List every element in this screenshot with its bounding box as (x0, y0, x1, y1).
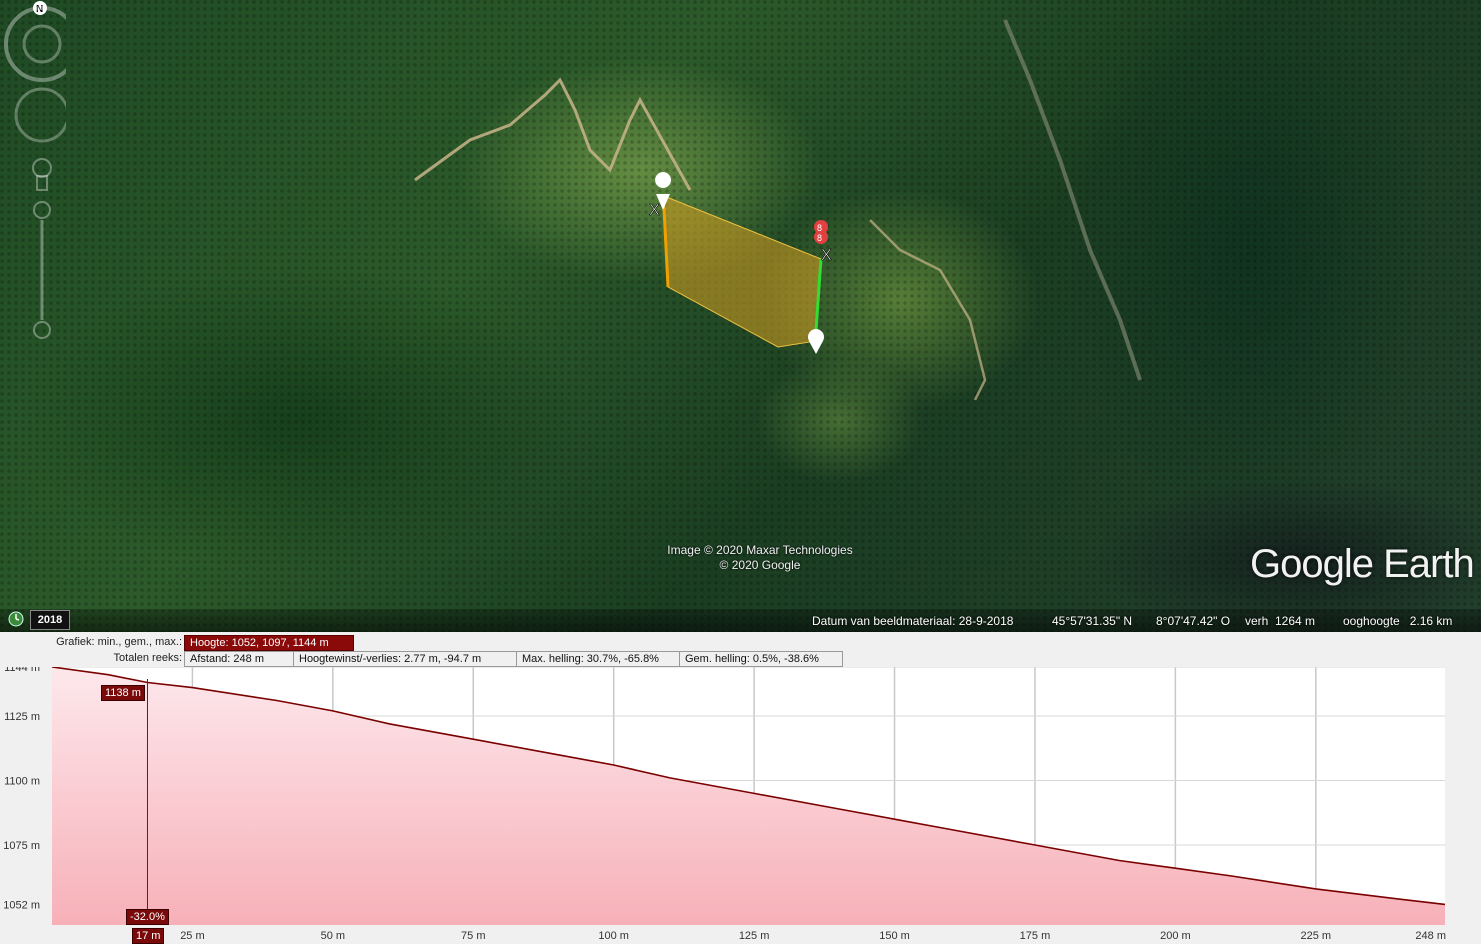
google-earth-logo: Google Earth (1250, 542, 1475, 586)
navigation-controls[interactable]: N (0, 0, 66, 340)
cursor-elevation-label: 1138 m (101, 685, 145, 701)
x-tick-label: 125 m (739, 930, 770, 942)
svg-text:X: X (821, 247, 832, 264)
elevation-readout: verh 1264 m (1245, 614, 1316, 628)
svg-text:X: X (649, 202, 660, 219)
svg-text:8: 8 (817, 233, 822, 243)
imagery-date: Datum van beeldmateriaal: 28-9-2018 (812, 614, 1014, 628)
move-joystick-icon[interactable] (14, 87, 66, 143)
gain-loss-box: Hoogtewinst/-verlies: 2.77 m, -94.7 m (293, 651, 517, 667)
x-tick-label: 175 m (1020, 930, 1051, 942)
eye-altitude-readout: ooghoogte 2.16 km (1343, 614, 1453, 628)
imagery-year-badge[interactable]: 2018 (30, 610, 70, 630)
max-slope-box: Max. helling: 30.7%, -65.8% (516, 651, 680, 667)
map-overlay: X 8 8 X (414, 19, 1142, 401)
y-tick-label: 1125 m (4, 711, 40, 723)
totals-label: Totalen reeks: (113, 652, 182, 664)
y-tick-label: 1100 m (4, 776, 40, 788)
x-tick-label: 150 m (879, 930, 910, 942)
dirt-road (414, 77, 692, 191)
x-tick-label: 200 m (1160, 930, 1191, 942)
x-tick-label: 50 m (321, 930, 345, 942)
x-tick-label: 225 m (1301, 930, 1332, 942)
valley-river (1003, 19, 1142, 381)
street-view-person-icon[interactable] (32, 158, 52, 178)
x-axis: 25 m 50 m 75 m 100 m 125 m 150 m 175 m 200 m 225… (180, 930, 1446, 942)
y-tick-label: 1075 m (3, 840, 40, 852)
totals-row: Totalen reeks: Afstand: 248 m Hoogtewins… (0, 651, 1481, 667)
avg-slope-box: Gem. helling: 0.5%, -38.6% (679, 651, 843, 667)
historical-imagery-clock-icon[interactable] (8, 611, 24, 627)
svg-text:8: 8 (817, 223, 822, 233)
attribution-line-2: © 2020 Google (719, 558, 801, 572)
attribution-line-1: Image © 2020 Maxar Technologies (667, 543, 853, 557)
height-stats-box: Hoogte: 1052, 1097, 1144 m (184, 635, 354, 651)
look-joystick-icon[interactable] (22, 24, 62, 64)
cursor-distance-label: 17 m (132, 928, 165, 944)
x-end-label: 248 m (1415, 930, 1446, 942)
y-axis: 1052 m 1075 m 1100 m 1125 m 1144 m (3, 667, 40, 911)
imagery-attribution: Image © 2020 Maxar Technologies © 2020 G… (620, 543, 900, 573)
compass-ring-icon[interactable] (4, 6, 66, 82)
satellite-map-view[interactable]: X 8 8 X Image © 2020 Maxar Technologies … (0, 0, 1481, 632)
y-tick-label: 1052 m (3, 899, 40, 911)
latitude-readout: 45°57'31.35" N (1052, 614, 1133, 628)
cursor-slope-label: -32.0% (126, 909, 169, 925)
x-tick-label: 100 m (598, 930, 629, 942)
x-tick-label: 75 m (461, 930, 485, 942)
graph-stats-label: Grafiek: min., gem., max.: (56, 636, 182, 648)
longitude-readout: 8°07'47.42" O (1156, 614, 1231, 628)
dirt-road-east (869, 219, 987, 401)
zoom-out-icon[interactable] (33, 321, 51, 339)
zoom-in-icon[interactable] (33, 201, 51, 219)
distance-box: Afstand: 248 m (184, 651, 294, 667)
y-tick-label: 1144 m (4, 667, 40, 674)
graph-stats-row: Grafiek: min., gem., max.: Hoogte: 1052,… (0, 635, 1481, 651)
measured-area-polygon (663, 195, 822, 348)
placemark-end-icon[interactable] (808, 329, 824, 354)
elevation-chart[interactable]: 1052 m 1075 m 1100 m 1125 m 1144 m 25 m 50 m 7… (0, 667, 1481, 944)
x-tick-label: 25 m (180, 930, 204, 942)
